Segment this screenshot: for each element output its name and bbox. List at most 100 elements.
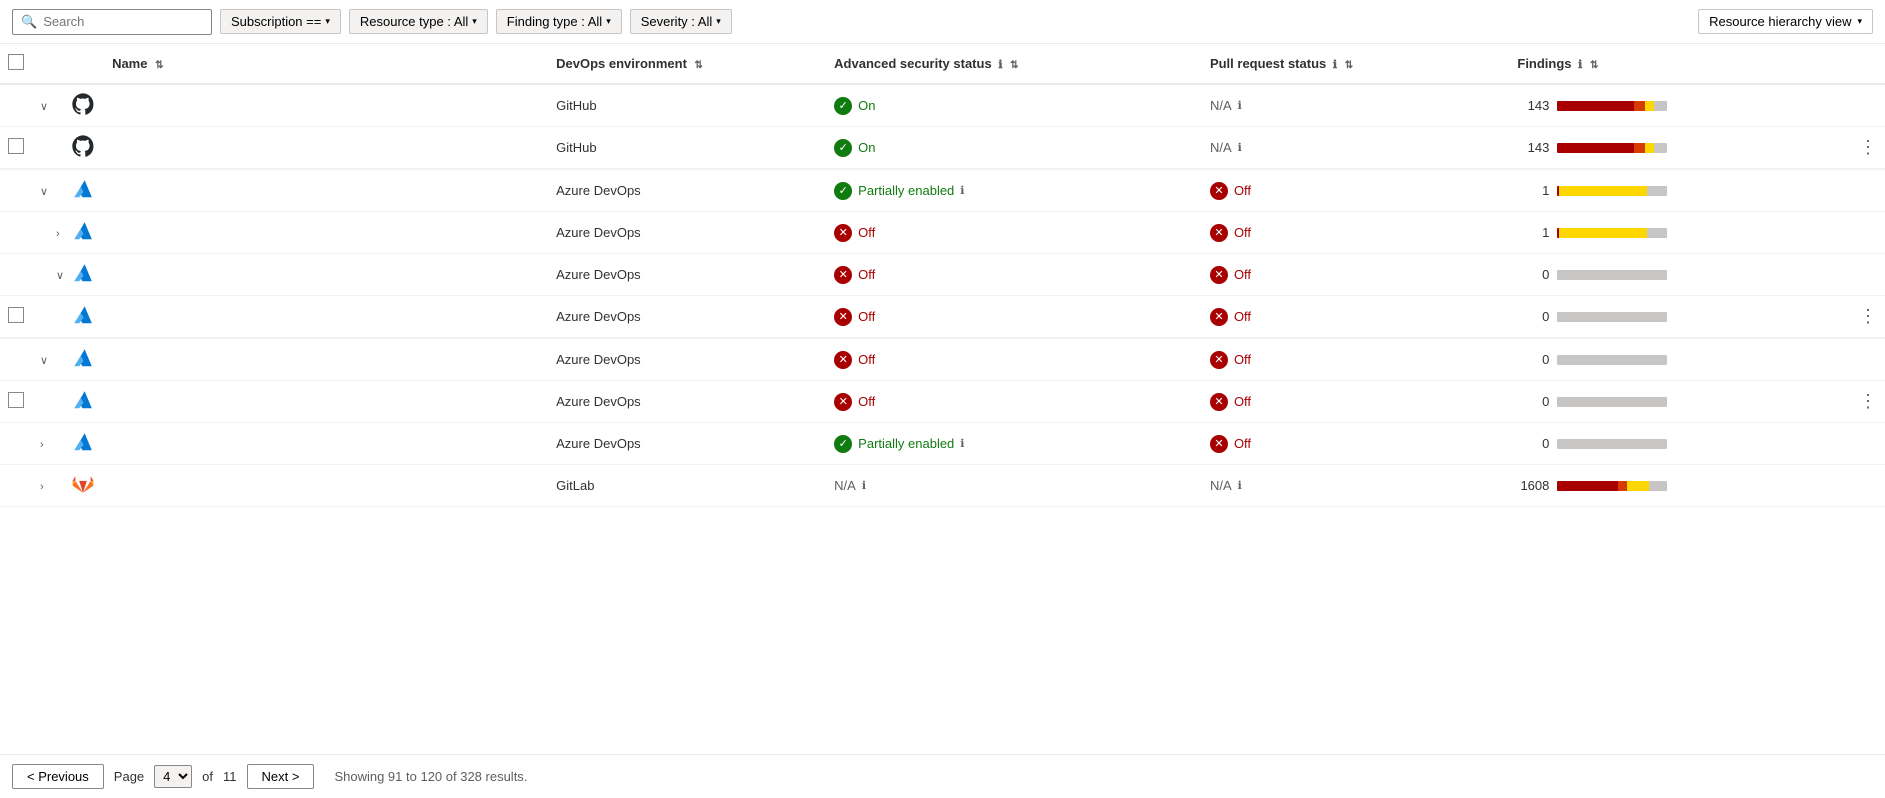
row-actions-cell: ⋮ (1851, 296, 1885, 338)
col-header-check[interactable] (0, 44, 36, 84)
collapse-button[interactable]: ∨ (40, 355, 48, 367)
row-expand-cell: ∨ (36, 254, 68, 296)
info-icon: ℹ (1333, 59, 1337, 71)
col-header-name[interactable]: Name ⇅ (104, 44, 548, 84)
subscription-filter-label: Subscription == (231, 14, 321, 29)
more-actions-button[interactable]: ⋮ (1859, 391, 1877, 411)
hierarchy-view-label: Resource hierarchy view (1709, 14, 1851, 29)
more-actions-button[interactable]: ⋮ (1859, 137, 1877, 157)
table-row: › Azure DevOps ✓Partially enabledℹ ✕Off … (0, 423, 1885, 465)
row-name-cell (104, 127, 548, 169)
resource-type-filter-button[interactable]: Resource type : All ▾ (349, 9, 488, 34)
collapse-button[interactable]: ∨ (40, 186, 48, 198)
row-devops-cell: Azure DevOps (548, 423, 826, 465)
row-devops-cell: GitHub (548, 84, 826, 127)
sort-icon[interactable]: ⇅ (1345, 60, 1353, 71)
table-row: Azure DevOps ✕Off ✕Off 0 ⋮ (0, 296, 1885, 338)
collapse-button[interactable]: ∨ (40, 101, 48, 113)
subscription-filter-button[interactable]: Subscription == ▾ (220, 9, 341, 34)
col-header-security[interactable]: Advanced security status ℹ ⇅ (826, 44, 1202, 84)
col-header-devops[interactable]: DevOps environment ⇅ (548, 44, 826, 84)
findings-count: 0 (1517, 436, 1549, 451)
search-input[interactable] (43, 14, 203, 29)
row-name-cell (104, 381, 548, 423)
row-devops-cell: Azure DevOps (548, 254, 826, 296)
col-findings-label: Findings (1517, 56, 1571, 71)
toolbar: 🔍 Subscription == ▾ Resource type : All … (0, 0, 1885, 44)
page-select[interactable]: 4 (154, 765, 192, 788)
sort-icon[interactable]: ⇅ (155, 60, 163, 71)
expand-button[interactable]: › (40, 481, 44, 493)
row-checkbox-cell (0, 339, 36, 381)
table-row: ∨ GitHub ✓On N/Aℹ 143 (0, 84, 1885, 127)
findings-count: 0 (1517, 352, 1549, 367)
row-devops-cell: GitLab (548, 465, 826, 507)
chevron-down-icon: ▾ (472, 16, 477, 27)
row-checkbox-cell (0, 127, 36, 169)
col-security-label: Advanced security status (834, 56, 992, 71)
row-name-cell (104, 254, 548, 296)
row-checkbox-cell (0, 170, 36, 212)
row-actions-cell (1851, 339, 1885, 381)
results-info: Showing 91 to 120 of 328 results. (334, 769, 527, 784)
row-security-cell: ✕Off (826, 212, 1202, 254)
chevron-down-icon: ▾ (716, 16, 721, 27)
row-actions-cell (1851, 84, 1885, 127)
row-pr-cell: ✕Off (1202, 423, 1509, 465)
row-security-cell: ✕Off (826, 339, 1202, 381)
previous-button[interactable]: < Previous (12, 764, 104, 789)
row-findings-cell: 0 (1509, 339, 1851, 381)
row-findings-cell: 143 (1509, 127, 1851, 169)
row-security-cell: ✓Partially enabledℹ (826, 170, 1202, 212)
devops-value: Azure DevOps (556, 267, 641, 282)
row-checkbox-cell (0, 254, 36, 296)
row-name-cell (104, 296, 548, 338)
row-name-cell (104, 84, 548, 127)
hierarchy-view-button[interactable]: Resource hierarchy view ▾ (1698, 9, 1873, 34)
search-icon: 🔍 (21, 14, 37, 30)
row-icon-cell (68, 423, 104, 465)
sort-icon[interactable]: ⇅ (695, 60, 703, 71)
table-container: Name ⇅ DevOps environment ⇅ Advanced sec… (0, 44, 1885, 507)
col-name-label: Name (112, 56, 147, 71)
row-name-cell (104, 423, 548, 465)
row-checkbox[interactable] (8, 138, 24, 154)
devops-value: GitHub (556, 140, 596, 155)
row-devops-cell: Azure DevOps (548, 381, 826, 423)
sort-icon[interactable]: ⇅ (1010, 60, 1018, 71)
row-checkbox[interactable] (8, 392, 24, 408)
row-findings-cell: 0 (1509, 381, 1851, 423)
row-name-cell (104, 212, 548, 254)
row-actions-cell: ⋮ (1851, 127, 1885, 169)
header-checkbox[interactable] (8, 54, 24, 70)
row-devops-cell: Azure DevOps (548, 170, 826, 212)
row-expand-cell: ∨ (36, 170, 68, 212)
findings-count: 143 (1517, 98, 1549, 113)
severity-filter-button[interactable]: Severity : All ▾ (630, 9, 732, 34)
row-checkbox[interactable] (8, 307, 24, 323)
col-header-pr[interactable]: Pull request status ℹ ⇅ (1202, 44, 1509, 84)
more-actions-button[interactable]: ⋮ (1859, 306, 1877, 326)
row-security-cell: ✕Off (826, 296, 1202, 338)
col-devops-label: DevOps environment (556, 56, 687, 71)
devops-value: Azure DevOps (556, 225, 641, 240)
finding-type-filter-button[interactable]: Finding type : All ▾ (496, 9, 622, 34)
devops-value: Azure DevOps (556, 183, 641, 198)
row-findings-cell: 1 (1509, 170, 1851, 212)
info-icon: ℹ (998, 59, 1002, 71)
severity-filter-label: Severity : All (641, 14, 713, 29)
row-expand-cell (36, 127, 68, 169)
expand-button[interactable]: › (56, 228, 60, 240)
row-checkbox-cell (0, 423, 36, 465)
chevron-down-icon: ▾ (325, 16, 330, 27)
row-checkbox-cell (0, 465, 36, 507)
col-header-expand (36, 44, 68, 84)
sort-icon[interactable]: ⇅ (1590, 60, 1598, 71)
collapse-button[interactable]: ∨ (56, 270, 64, 282)
row-icon-cell (68, 339, 104, 381)
expand-button[interactable]: › (40, 439, 44, 451)
row-icon-cell (68, 254, 104, 296)
next-button[interactable]: Next > (247, 764, 315, 789)
col-header-findings[interactable]: Findings ℹ ⇅ (1509, 44, 1851, 84)
search-box[interactable]: 🔍 (12, 9, 212, 35)
